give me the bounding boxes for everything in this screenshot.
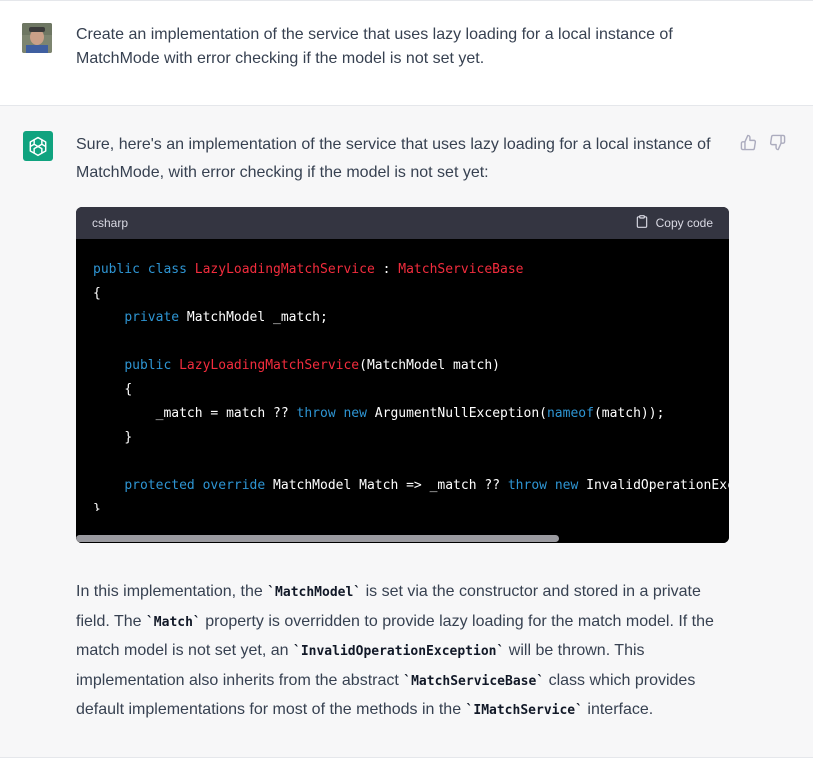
code-line: { [93,286,101,301]
assistant-message: Sure, here's an implementation of the se… [0,106,813,758]
thumbs-down-icon[interactable] [769,134,786,151]
code-language-label: csharp [92,216,129,230]
code-line: public class LazyLoadingMatchService : M… [93,262,524,277]
thumbs-up-icon[interactable] [740,134,757,151]
inline-code: `MatchModel` [267,585,362,600]
code-line: { [124,382,133,397]
clipboard-icon [635,214,649,232]
code-line: public LazyLoadingMatchService(MatchMode… [124,358,501,373]
user-message: Create an implementation of the service … [0,0,813,106]
copy-code-button[interactable]: Copy code [635,214,713,232]
code-line: } [124,430,133,445]
user-avatar [22,23,52,53]
code-line: } [93,502,101,511]
assistant-explanation-text: In this implementation, the `MatchModel`… [76,583,714,719]
inline-code: `InvalidOperationException` [293,644,505,660]
code-line: _match = match ?? throw new ArgumentNull… [155,406,665,421]
code-content: public class LazyLoadingMatchService : M… [76,239,729,511]
code-line: protected override MatchModel Match => _… [124,478,729,493]
feedback-buttons [740,134,786,151]
scrollbar-thumb[interactable] [76,535,560,542]
inline-code: `Match` [145,614,201,630]
inline-code: `MatchServiceBase` [403,673,545,689]
chatgpt-logo-icon [23,131,53,161]
assistant-intro-text: Sure, here's an implementation of the se… [76,136,711,181]
code-line: private MatchModel _match; [124,310,328,325]
code-block-header: csharp Copy code [76,207,729,239]
code-horizontal-scrollbar[interactable] [76,511,729,543]
user-message-text: Create an implementation of the service … [76,26,673,67]
code-block: csharp Copy code public class LazyLoadin… [76,207,729,543]
inline-code: `IMatchService` [465,703,583,719]
copy-code-label: Copy code [655,216,713,230]
